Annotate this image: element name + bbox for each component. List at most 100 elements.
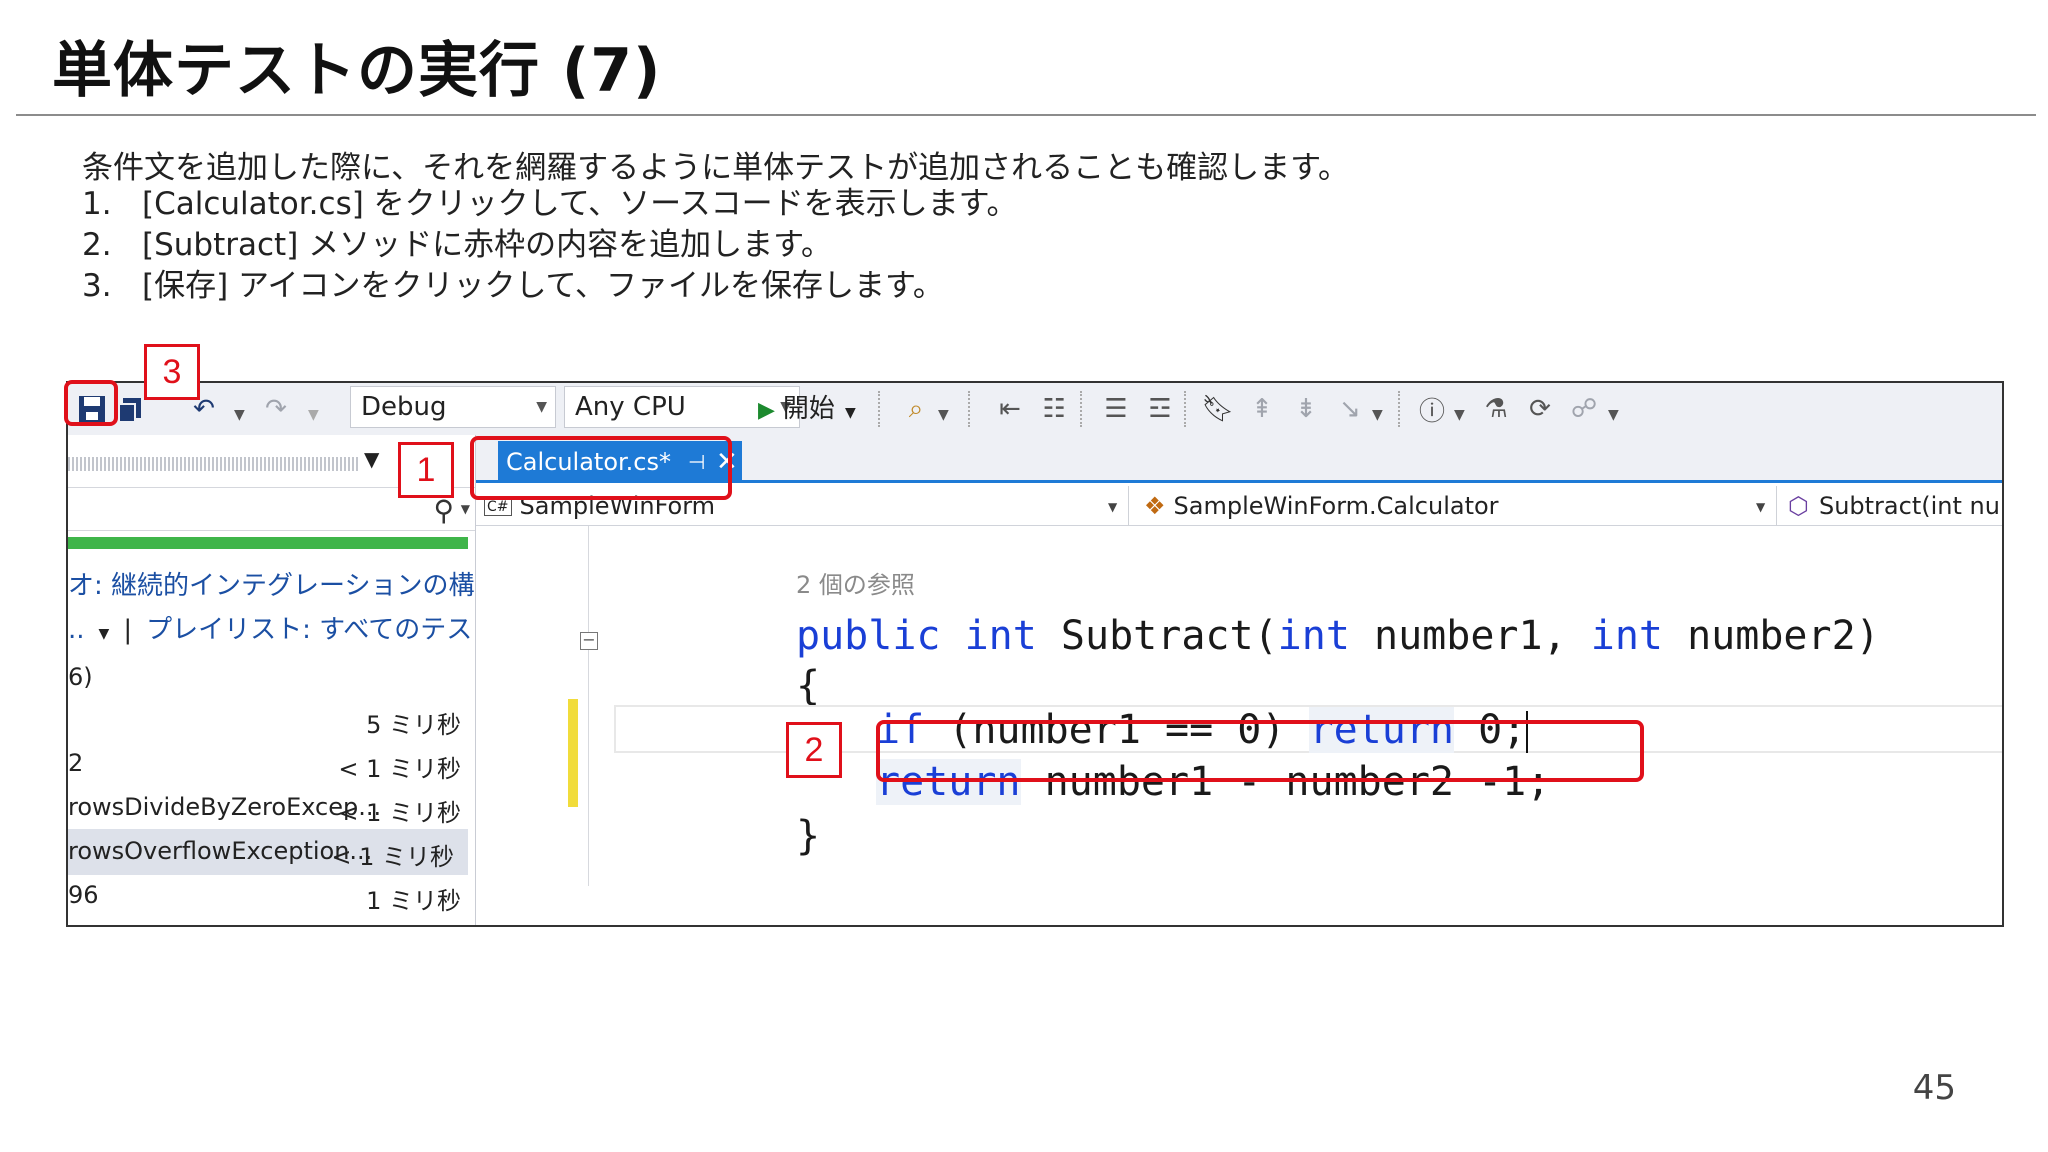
next-bookmark-icon[interactable]: ⇟ [1288, 391, 1324, 427]
playlist-row[interactable]: ..▼|プレイリスト: すべてのテスト▼ [68, 609, 475, 646]
class-icon: ❖ [1144, 492, 1166, 520]
class-select[interactable]: ❖ SampleWinForm.Calculator [1144, 490, 1499, 522]
steps-list: 1. [Calculator.cs] をクリックして、ソースコードを表示します。 … [82, 184, 1018, 307]
test-group-count: 6) [68, 663, 93, 691]
comment-icon[interactable]: ☰ [1098, 391, 1134, 427]
config-select[interactable]: Debug ▼ [350, 386, 556, 428]
quick-info-icon[interactable]: ⓘ [1414, 391, 1450, 427]
code-editor: Calculator.cs* ⊣ ✕ C# SampleWinForm ▼ ❖ Sa… [476, 435, 2004, 925]
test-name: 96 [68, 881, 99, 909]
new-test-icon[interactable]: ⚗ [1478, 391, 1514, 427]
test-progress-bar [68, 537, 468, 549]
nav-divider [1776, 486, 1777, 526]
nav-divider [1128, 486, 1129, 526]
redo-icon[interactable]: ↷ [258, 391, 294, 427]
vs-toolbar: ↶ ▼ ↷ ▼ Debug ▼ Any CPU ▼ ▶ 開始 ▼ ⌕ ▼ ⇤ ☷ ☰… [68, 383, 2002, 435]
step-item: 3. [保存] アイコンをクリックして、ファイルを保存します。 [82, 266, 1018, 307]
test-name: rowsDivideByZeroExcep... [68, 793, 382, 821]
search-icon: ⚲ [433, 494, 454, 527]
csharp-icon: C# [484, 498, 512, 516]
dropdown-icon[interactable]: ▼ [938, 407, 949, 423]
gutter-divider [588, 526, 589, 886]
callout-2: 2 [786, 722, 842, 778]
collapse-icon[interactable]: − [580, 632, 598, 650]
code-text: number2) [1663, 613, 1880, 659]
code-text: Subtract( [1036, 613, 1278, 659]
code-text: number1, [1349, 613, 1591, 659]
play-icon: ▶ [758, 398, 775, 423]
undo-dropdown-icon[interactable]: ▼ [234, 407, 245, 423]
title-divider [16, 114, 2036, 116]
member-select[interactable]: ⬡ Subtract(int num [1788, 490, 2004, 522]
vs-screenshot: ↶ ▼ ↷ ▼ Debug ▼ Any CPU ▼ ▶ 開始 ▼ ⌕ ▼ ⇤ ☷ ☰… [66, 381, 2004, 927]
ci-config-link[interactable]: オ: 継続的インテグレーションの構成 [68, 571, 475, 601]
toolbar-separator [878, 391, 880, 427]
playlist-link[interactable]: プレイリスト: すべてのテスト [146, 615, 475, 645]
change-margin-indicator [568, 699, 578, 807]
platform-value: Any CPU [575, 392, 686, 422]
chevron-down-icon[interactable]: ▼ [1756, 500, 1765, 514]
step-into-icon[interactable]: ⇤ [992, 391, 1028, 427]
method-icon: ⬡ [1788, 492, 1809, 520]
callout-3: 3 [144, 344, 200, 400]
dropdown-icon[interactable]: ▼ [1372, 407, 1383, 423]
member-name: Subtract(int num [1818, 492, 2004, 520]
toolbar-separator [1184, 391, 1186, 427]
toolbar-separator [1080, 391, 1082, 427]
breakpoint-list-icon[interactable]: ☷ [1036, 391, 1072, 427]
keyword: int [1590, 613, 1663, 659]
save-icon-highlight [64, 380, 118, 426]
test-duration: 5 ミリ秒 [366, 711, 461, 739]
chevron-down-icon: ▼ [844, 405, 856, 421]
test-duration: < 1 ミリ秒 [331, 843, 454, 871]
step-number: 2. [82, 227, 112, 263]
step-text: [Subtract] メソッドに赤枠の内容を追加します。 [142, 227, 833, 263]
step-item: 1. [Calculator.cs] をクリックして、ソースコードを表示します。 [82, 184, 1018, 225]
selected-test-row[interactable]: rowsOverflowException... < 1 ミリ秒 [68, 829, 468, 875]
redo-dropdown-icon[interactable]: ▼ [308, 407, 319, 423]
tab-highlight [470, 436, 732, 500]
method-signature-line[interactable]: public int Subtract(int number1, int num… [796, 613, 1880, 659]
step-number: 1. [82, 186, 112, 222]
prev-bookmark-icon[interactable]: ⇞ [1244, 391, 1280, 427]
keyword: int [1277, 613, 1350, 659]
page-number: 45 [1912, 1068, 1956, 1108]
keyword: int [964, 613, 1037, 659]
find-in-files-icon[interactable]: ⌕ [898, 391, 934, 427]
test-name: 2 [68, 749, 84, 777]
disconnected-icon[interactable]: ☍ [1566, 391, 1602, 427]
dropdown-icon[interactable]: ▼ [1608, 407, 1619, 423]
intro-text: 条件文を追加した際に、それを網羅するように単体テストが追加されることも確認します… [82, 150, 1349, 186]
toolbar-separator [968, 391, 970, 427]
bookmark-icon[interactable]: 🔖︎ [1200, 391, 1236, 427]
test-duration: 1 ミリ秒 [366, 887, 461, 915]
dropdown-icon[interactable]: ▼ [1454, 407, 1465, 423]
close-brace-line[interactable]: } [796, 813, 820, 859]
class-name: SampleWinForm.Calculator [1173, 492, 1499, 520]
toolbar-separator [1398, 391, 1400, 427]
step-text: [Calculator.cs] をクリックして、ソースコードを表示します。 [142, 186, 1018, 222]
chevron-down-icon[interactable]: ▼ [461, 502, 470, 516]
panel-grip[interactable] [68, 457, 358, 471]
codelens-references[interactable]: 2 個の参照 [796, 565, 915, 600]
callout-1: 1 [398, 442, 454, 498]
step-text: [保存] アイコンをクリックして、ファイルを保存します。 [142, 268, 944, 304]
test-name: rowsOverflowException... [68, 837, 373, 865]
next-bookmark-folder-icon[interactable]: ↘ [1332, 391, 1368, 427]
start-button[interactable]: ▶ 開始 ▼ [758, 391, 856, 427]
start-label: 開始 [782, 394, 835, 424]
step-number: 3. [82, 268, 112, 304]
chevron-down-icon: ▼ [536, 399, 547, 415]
refresh-tests-icon[interactable]: ⟳ [1522, 391, 1558, 427]
panel-dropdown-icon[interactable]: ▼ [364, 447, 379, 471]
chevron-down-icon[interactable]: ▼ [99, 626, 110, 642]
test-duration: < 1 ミリ秒 [338, 799, 461, 827]
ci-config-header[interactable]: オ: 継続的インテグレーションの構成 ▼ [68, 565, 475, 602]
test-duration: < 1 ミリ秒 [338, 755, 461, 783]
open-brace-line[interactable]: { [796, 663, 820, 709]
step-item: 2. [Subtract] メソッドに赤枠の内容を追加します。 [82, 225, 1018, 266]
chevron-down-icon[interactable]: ▼ [1108, 500, 1117, 514]
config-value: Debug [361, 392, 447, 422]
keyword: public [796, 613, 941, 659]
uncomment-icon[interactable]: ☲ [1142, 391, 1178, 427]
